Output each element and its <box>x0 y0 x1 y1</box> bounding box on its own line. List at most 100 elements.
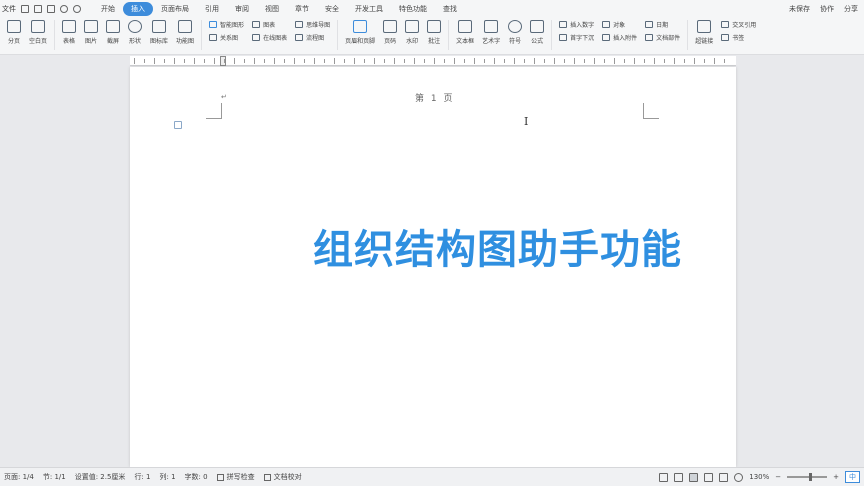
tab-view[interactable]: 视图 <box>257 2 287 16</box>
horizontal-ruler[interactable] <box>130 56 736 66</box>
function-chart-button[interactable]: 功能图 <box>176 20 194 45</box>
tab-home[interactable]: 开始 <box>93 2 123 16</box>
status-word-count[interactable]: 字数: 0 <box>185 472 208 482</box>
table-button[interactable]: 表格 <box>62 20 77 45</box>
reading-mode-icon[interactable] <box>674 472 684 482</box>
tab-references[interactable]: 引用 <box>197 2 227 16</box>
shapes-button[interactable]: 形状 <box>128 20 143 45</box>
comment-icon <box>427 20 442 33</box>
mind-map-button[interactable]: 思维导图 <box>295 20 330 29</box>
collaborate-button[interactable]: 协作 <box>820 4 834 14</box>
checkbox-icon <box>263 473 271 481</box>
drop-cap-button[interactable]: 首字下沉 <box>559 33 594 42</box>
page-number-button[interactable]: 页码 <box>383 20 398 45</box>
ruler-tick <box>574 58 575 64</box>
ruler-tick <box>304 59 305 63</box>
eye-protection-icon[interactable] <box>734 472 744 482</box>
ruler-tick <box>444 59 445 63</box>
tab-review[interactable]: 审阅 <box>227 2 257 16</box>
text-box-button[interactable]: 文本框 <box>456 20 474 45</box>
ruler-tick <box>604 59 605 63</box>
document-parts-button[interactable]: 文档部件 <box>645 33 680 42</box>
zoom-slider-knob[interactable] <box>809 473 813 481</box>
document-layout-icon[interactable] <box>174 121 182 129</box>
smart-graphic-button[interactable]: 智能图形 <box>209 20 244 29</box>
insert-number-button[interactable]: 插入数字 <box>559 20 594 29</box>
tab-insert[interactable]: 插入 <box>123 1 153 16</box>
print-preview-icon[interactable] <box>34 4 42 13</box>
word-art-button[interactable]: 艺术字 <box>482 20 500 45</box>
zoom-level[interactable]: 130% <box>749 473 769 481</box>
blank-page-button[interactable]: 空白页 <box>29 20 47 45</box>
ruler-tick <box>704 59 705 63</box>
header-footer-button[interactable]: 页眉和页脚 <box>345 20 375 45</box>
date-button[interactable]: 日期 <box>645 20 680 29</box>
outline-view-icon[interactable] <box>704 472 714 482</box>
tab-search[interactable]: 查找 <box>435 2 465 16</box>
zoom-slider[interactable] <box>787 473 828 481</box>
ruler-tick <box>414 58 415 64</box>
relationship-chart-button[interactable]: 关系图 <box>209 33 244 42</box>
file-menu[interactable]: 文件 <box>0 4 16 14</box>
chart-button[interactable]: 图表 <box>252 20 287 29</box>
tab-section[interactable]: 章节 <box>287 2 317 16</box>
tab-security[interactable]: 安全 <box>317 2 347 16</box>
ruler-tick <box>454 58 455 64</box>
tab-features[interactable]: 特色功能 <box>391 2 435 16</box>
comment-button[interactable]: 批注 <box>427 20 442 45</box>
text-box-icon <box>458 20 473 33</box>
ruler-tick <box>474 58 475 64</box>
indent-marker[interactable] <box>220 56 226 66</box>
object-button[interactable]: 对象 <box>602 20 637 29</box>
redo-icon[interactable] <box>73 4 81 13</box>
picture-button[interactable]: 图片 <box>84 20 99 45</box>
web-view-icon[interactable] <box>719 472 729 482</box>
ruler-tick <box>614 58 615 64</box>
formula-button[interactable]: 公式 <box>530 20 545 45</box>
shapes-icon <box>128 20 143 33</box>
share-button[interactable]: 分享 <box>844 4 858 14</box>
page-header-text[interactable]: 第 1 页 <box>415 91 454 104</box>
date-icon <box>645 21 654 28</box>
watermark-button[interactable]: 水印 <box>405 20 420 45</box>
page-break-button[interactable]: 分页 <box>7 20 21 45</box>
chart-icon <box>252 21 261 28</box>
tab-developer[interactable]: 开发工具 <box>347 2 391 16</box>
ruler-tick <box>534 58 535 64</box>
ruler-tick <box>244 59 245 63</box>
flowchart-button[interactable]: 流程图 <box>295 33 330 42</box>
status-page[interactable]: 页面: 1/4 <box>4 472 34 482</box>
spellcheck-toggle[interactable]: 拼写检查 <box>216 472 255 482</box>
unsaved-button[interactable]: 未保存 <box>789 4 810 14</box>
zoom-in-icon[interactable]: + <box>833 473 839 481</box>
ruler-tick <box>274 58 275 64</box>
document-page[interactable]: ↵ 第 1 页 I 组织结构图助手功能 <box>130 67 736 467</box>
save-icon[interactable] <box>21 4 29 13</box>
ime-indicator[interactable]: 中 <box>845 471 860 483</box>
fullscreen-icon[interactable] <box>659 472 669 482</box>
ruler-tick <box>424 59 425 63</box>
ruler-tick <box>504 59 505 63</box>
undo-icon[interactable] <box>60 4 68 13</box>
bookmark-button[interactable]: 书签 <box>721 33 756 42</box>
screenshot-button[interactable]: 截屏 <box>106 20 121 45</box>
icon-library-button[interactable]: 图标库 <box>150 20 168 45</box>
online-chart-button[interactable]: 在线图表 <box>252 33 287 42</box>
cross-reference-button[interactable]: 交叉引用 <box>721 20 756 29</box>
document-title[interactable]: 组织结构图助手功能 <box>313 217 682 275</box>
margin-corner-top-right <box>643 103 659 119</box>
ruler-tick <box>234 58 235 64</box>
screenshot-icon <box>106 20 121 33</box>
zoom-out-icon[interactable]: − <box>775 473 781 481</box>
print-icon[interactable] <box>47 4 55 13</box>
mind-map-icon <box>295 21 304 28</box>
ribbon-tabs: 开始 插入 页面布局 引用 审阅 视图 章节 安全 开发工具 特色功能 查找 <box>93 1 465 16</box>
ribbon-group-illustrations: 表格 图片 截屏 形状 图标库 功能图 <box>55 20 203 50</box>
insert-attachment-button[interactable]: 插入附件 <box>602 33 637 42</box>
proofread-toggle[interactable]: 文档校对 <box>263 472 302 482</box>
page-view-icon[interactable] <box>689 472 699 482</box>
tab-page-layout[interactable]: 页面布局 <box>153 2 197 16</box>
symbol-button[interactable]: 符号 <box>508 20 523 45</box>
ruler-tick <box>264 59 265 63</box>
hyperlink-button[interactable]: 超链接 <box>695 20 713 45</box>
